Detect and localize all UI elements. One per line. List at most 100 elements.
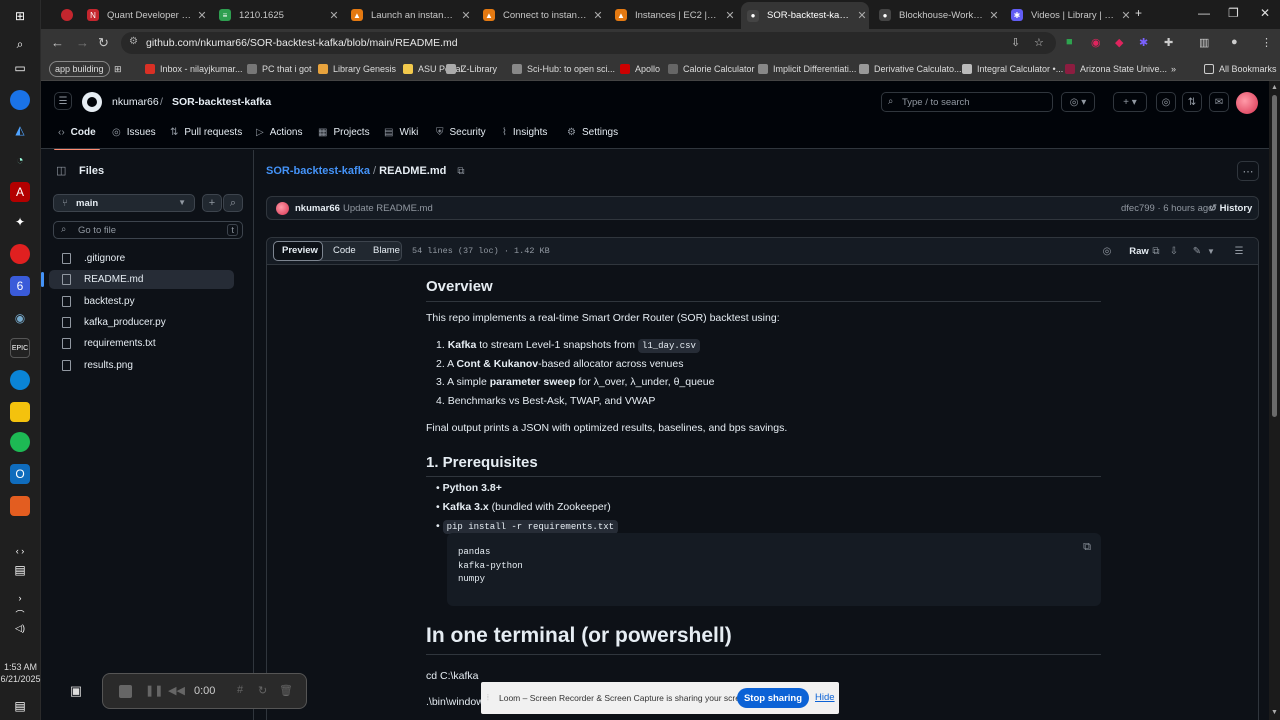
copy-path-icon[interactable]: ⧉ xyxy=(457,166,464,177)
tab-settings[interactable]: ⚙ Settings xyxy=(567,127,618,138)
notifications-icon[interactable]: ▤ xyxy=(10,696,30,716)
tab-code[interactable]: ‹› Code xyxy=(54,127,100,151)
copy-code-icon[interactable]: ⧉ xyxy=(1083,541,1091,554)
camera-icon[interactable]: ▣ xyxy=(60,673,92,709)
breadcrumb-repo[interactable]: SOR-backtest-kafka xyxy=(172,96,271,108)
outlook-icon[interactable]: O xyxy=(10,464,30,484)
tab-insights[interactable]: ⌇ Insights xyxy=(502,127,547,138)
browser-tab[interactable]: N Quant Developer Work- ✕ xyxy=(81,4,209,26)
close-tab-icon[interactable]: ✕ xyxy=(723,9,737,22)
hide-button[interactable]: Hide xyxy=(815,692,835,703)
folder-icon[interactable] xyxy=(10,402,30,422)
copilot-icon[interactable]: ◎ xyxy=(1099,243,1115,260)
browser-tab[interactable]: ✱ Videos | Library | Loom ✕ xyxy=(1005,4,1133,26)
search-files-button[interactable]: ⌕ xyxy=(223,194,243,212)
close-tab-icon[interactable]: ✕ xyxy=(459,9,473,22)
stop-sharing-button[interactable]: Stop sharing xyxy=(737,688,809,708)
app-icon[interactable]: ◔ xyxy=(10,150,30,170)
app-icon[interactable]: 6 xyxy=(10,276,30,296)
menu-icon[interactable]: ☰ xyxy=(54,92,72,110)
file-tree-item[interactable]: .gitignore xyxy=(49,249,234,268)
tab-pull-requests[interactable]: ⇅ Pull requests xyxy=(170,127,242,138)
taskbar-scroll-icon[interactable]: ‹ › xyxy=(10,541,30,561)
drag-handle-icon[interactable]: ⦙ xyxy=(487,693,489,703)
bookmark-item[interactable]: app building xyxy=(49,61,110,77)
apps-grid-icon[interactable]: ⊞ xyxy=(114,61,122,77)
scroll-down-icon[interactable]: ▼ xyxy=(1271,709,1278,716)
browser-tab[interactable]: ▲ Connect to instance | EC ✕ xyxy=(477,4,605,26)
commit-author[interactable]: nkumar66 xyxy=(295,203,340,214)
app-icon[interactable]: ◭ xyxy=(10,120,30,140)
stop-recording-button[interactable] xyxy=(119,685,132,698)
edit-pencil-icon[interactable]: ✎ xyxy=(1189,243,1205,260)
bookmark-item[interactable]: Arizona State Unive... xyxy=(1065,61,1167,77)
commit-meta[interactable]: dfec799 · 6 hours ago xyxy=(1121,203,1213,214)
close-tab-icon[interactable]: ✕ xyxy=(591,9,605,22)
all-bookmarks-button[interactable]: All Bookmarks xyxy=(1204,61,1277,77)
copilot-icon[interactable]: ◎ ▾ xyxy=(1061,92,1095,112)
close-tab-icon[interactable]: ✕ xyxy=(1119,9,1133,22)
issues-icon[interactable]: ◎ xyxy=(1156,92,1176,112)
scroll-up-icon[interactable]: ▲ xyxy=(1271,84,1278,91)
user-avatar[interactable] xyxy=(1236,92,1258,114)
epic-games-icon[interactable]: EPIC xyxy=(10,338,30,358)
extension-icon[interactable]: ◉ xyxy=(1091,36,1101,49)
grid-icon[interactable]: # xyxy=(237,684,243,696)
branch-selector[interactable]: ⑂ main ▼ xyxy=(53,194,195,212)
tab-security[interactable]: ⛨ Security xyxy=(436,127,486,138)
close-tab-icon[interactable]: ✕ xyxy=(327,9,341,22)
bookmark-item[interactable]: Derivative Calculato... xyxy=(859,61,962,77)
collapse-sidebar-icon[interactable]: ◫ xyxy=(56,164,66,177)
task-view-icon[interactable]: ▭ xyxy=(10,58,30,78)
history-button[interactable]: ↺ History xyxy=(1209,203,1252,214)
extension-icon[interactable]: ✱ xyxy=(1139,36,1148,49)
browser-tab[interactable]: ● Blockhouse-Work-Trial/ ✕ xyxy=(873,4,1001,26)
chrome-menu-icon[interactable]: ⋮ xyxy=(1261,36,1272,49)
tab-issues[interactable]: ◎ Issues xyxy=(112,127,156,138)
scrollbar-thumb[interactable] xyxy=(1272,95,1277,417)
inbox-icon[interactable]: ✉ xyxy=(1209,92,1229,112)
close-tab-icon[interactable]: ✕ xyxy=(195,9,209,22)
file-tree-item[interactable]: backtest.py xyxy=(49,292,234,311)
chrome-icon[interactable] xyxy=(10,90,30,110)
restart-icon[interactable]: ↻ xyxy=(258,684,267,697)
browser-tab[interactable]: ● SOR-backtest-kafka ✕ xyxy=(741,2,869,29)
close-window-button[interactable]: ✕ xyxy=(1260,6,1270,20)
file-tree-item[interactable]: README.md xyxy=(41,270,234,290)
reload-button[interactable]: ↻ xyxy=(98,35,109,51)
commit-message[interactable]: Update README.md xyxy=(343,203,433,214)
trash-icon[interactable]: 🗑 xyxy=(279,684,293,697)
tab-projects[interactable]: ▦ Projects xyxy=(318,127,370,138)
breadcrumb-owner[interactable]: nkumar66 xyxy=(112,96,159,108)
back-button[interactable]: ← xyxy=(51,35,64,50)
browser-tab[interactable]: ≡ 1210.1625 ✕ xyxy=(213,4,341,26)
chevron-down-icon[interactable]: ▼ xyxy=(1205,243,1217,260)
site-info-icon[interactable]: ⚙ xyxy=(129,36,138,47)
search-icon[interactable]: ⌕ xyxy=(10,34,30,54)
restore-button[interactable]: ❐ xyxy=(1228,6,1239,20)
bookmark-item[interactable]: Apollo xyxy=(620,61,660,77)
volume-icon[interactable]: ◁) xyxy=(10,618,30,638)
minimize-button[interactable]: — xyxy=(1198,6,1210,20)
pause-icon[interactable]: ❚❚ xyxy=(145,684,163,697)
copy-raw-icon[interactable]: ⧉ xyxy=(1148,243,1164,260)
author-avatar[interactable] xyxy=(276,202,289,215)
taskbar-time[interactable]: 1:53 AM xyxy=(0,662,41,673)
spotify-icon[interactable] xyxy=(10,432,30,452)
tab-blame[interactable]: Blame xyxy=(373,245,400,256)
file-tree-item[interactable]: requirements.txt xyxy=(49,334,234,353)
extension-icon[interactable]: ◆ xyxy=(1115,36,1123,49)
close-tab-icon[interactable]: ✕ xyxy=(855,9,869,22)
bookmark-item[interactable]: Implicit Differentiati... xyxy=(758,61,856,77)
add-file-button[interactable]: + xyxy=(202,194,222,212)
profile-icon[interactable]: ● xyxy=(1231,36,1238,48)
widgets-icon[interactable]: ▤ xyxy=(10,560,30,580)
bookmark-item[interactable]: Z-Library xyxy=(446,61,497,77)
steam-icon[interactable]: ◉ xyxy=(10,308,30,328)
tab-wiki[interactable]: ▤ Wiki xyxy=(384,127,418,138)
rewind-icon[interactable]: ◀◀ xyxy=(168,684,185,697)
browser-tab[interactable]: ▲ Launch an instance | EC ✕ xyxy=(345,4,473,26)
app-icon[interactable]: A xyxy=(10,182,30,202)
forward-button[interactable]: → xyxy=(76,35,89,50)
bookmark-item[interactable]: Sci-Hub: to open sci... xyxy=(512,61,615,77)
